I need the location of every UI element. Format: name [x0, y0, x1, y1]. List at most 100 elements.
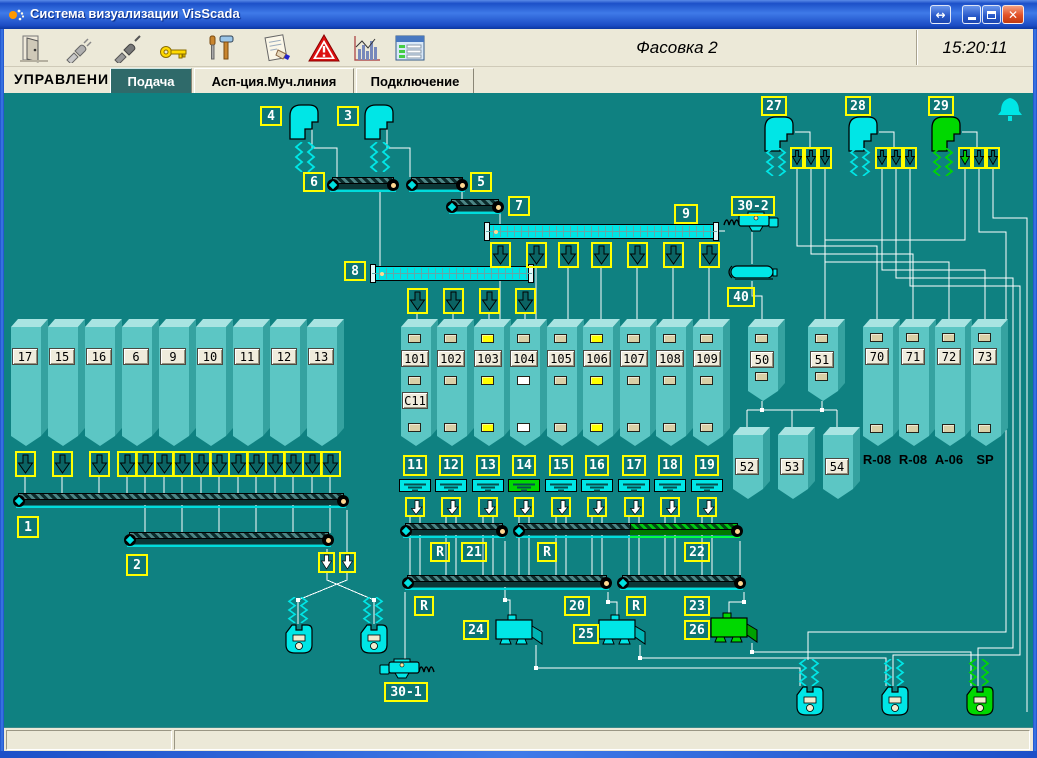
tab-aspiration[interactable]: Асп-ция.Муч.линия: [194, 68, 354, 93]
process-tag[interactable]: 19: [695, 455, 719, 476]
slide-gate-valve[interactable]: [15, 451, 36, 477]
tab-podacha[interactable]: Подача: [110, 68, 192, 93]
feeder-gate[interactable]: [472, 479, 504, 492]
process-tag[interactable]: 14: [512, 455, 536, 476]
process-tag[interactable]: 3: [337, 106, 359, 126]
slide-gate-valve[interactable]: [515, 288, 536, 314]
process-tag[interactable]: 6: [303, 172, 325, 192]
belt-conveyor[interactable]: [446, 198, 504, 215]
diverter-valve[interactable]: [624, 497, 644, 517]
belt-conveyor[interactable]: [617, 574, 746, 591]
exit-icon[interactable]: [12, 31, 56, 65]
silo-label[interactable]: 51: [810, 351, 834, 368]
silo-label[interactable]: 104: [510, 350, 538, 367]
process-tag[interactable]: 23: [684, 596, 710, 616]
silo-label[interactable]: 6: [123, 348, 149, 365]
process-tag[interactable]: 4: [260, 106, 282, 126]
silo-label[interactable]: 105: [547, 350, 575, 367]
process-tag[interactable]: 27: [761, 96, 787, 116]
slide-gate-valve[interactable]: [699, 242, 720, 268]
sifter-machine[interactable]: [725, 264, 779, 282]
outlet-valve[interactable]: [804, 147, 818, 169]
slide-gate-valve[interactable]: [663, 242, 684, 268]
belt-conveyor[interactable]: [13, 492, 349, 509]
silo-label[interactable]: 53: [780, 458, 804, 475]
silo-label[interactable]: 102: [437, 350, 465, 367]
slide-gate-valve[interactable]: [526, 242, 547, 268]
diverter-valve[interactable]: [478, 497, 498, 517]
slide-gate-valve[interactable]: [52, 451, 73, 477]
minimize-button[interactable]: [962, 5, 981, 24]
feeder-gate[interactable]: [435, 479, 467, 492]
silo-label[interactable]: 70: [865, 348, 889, 365]
process-tag[interactable]: 18: [658, 455, 682, 476]
diverter-valve[interactable]: [660, 497, 680, 517]
outlet-valve[interactable]: [818, 147, 832, 169]
belt-conveyor[interactable]: [513, 522, 743, 539]
diverter-valve[interactable]: [514, 497, 534, 517]
slide-gate-valve[interactable]: [443, 288, 464, 314]
key-icon[interactable]: [152, 31, 196, 65]
tools-icon[interactable]: [198, 31, 242, 65]
alarm-icon[interactable]: [302, 31, 346, 65]
two-way-valve[interactable]: [318, 552, 335, 573]
process-tag[interactable]: 8: [344, 261, 366, 281]
pneumatic-machine[interactable]: [709, 612, 759, 644]
slide-gate-valve[interactable]: [591, 242, 612, 268]
slide-gate-valve[interactable]: [283, 451, 304, 477]
silo-label[interactable]: 15: [49, 348, 75, 365]
process-tag[interactable]: 16: [585, 455, 609, 476]
pneumatic-machine[interactable]: [597, 614, 647, 646]
tab-podkluchenie[interactable]: Подключение: [356, 68, 474, 93]
slide-gate-valve[interactable]: [490, 242, 511, 268]
silo-label[interactable]: 101: [401, 350, 429, 367]
process-tag[interactable]: 2: [126, 554, 148, 576]
disconnect-icon[interactable]: [106, 31, 150, 65]
silo-label[interactable]: 71: [901, 348, 925, 365]
connect-icon[interactable]: [58, 31, 102, 65]
trends-icon[interactable]: [344, 31, 388, 65]
screw-conveyor[interactable]: [484, 222, 719, 241]
diverter-valve[interactable]: [551, 497, 571, 517]
belt-conveyor[interactable]: [406, 176, 468, 193]
silo-label[interactable]: 107: [620, 350, 648, 367]
outlet-valve[interactable]: [972, 147, 986, 169]
process-tag[interactable]: 17: [622, 455, 646, 476]
two-way-valve[interactable]: [339, 552, 356, 573]
slide-gate-valve[interactable]: [172, 451, 193, 477]
slide-gate-valve[interactable]: [135, 451, 156, 477]
slide-gate-valve[interactable]: [89, 451, 110, 477]
alarm-bell-icon[interactable]: [996, 96, 1024, 124]
feeder-gate[interactable]: [508, 479, 540, 492]
process-tag[interactable]: 12: [439, 455, 463, 476]
packer-machine[interactable]: [965, 686, 995, 716]
filter-machine[interactable]: [288, 102, 322, 140]
process-tag[interactable]: R: [430, 542, 450, 562]
belt-conveyor[interactable]: [400, 522, 508, 539]
process-tag[interactable]: 24: [463, 620, 489, 640]
silo-label[interactable]: 52: [735, 458, 759, 475]
title-bar[interactable]: Система визуализации VisScada ↔ ✕: [0, 0, 1037, 29]
journal-icon[interactable]: [256, 31, 300, 65]
process-tag[interactable]: R: [414, 596, 434, 616]
diverter-valve[interactable]: [697, 497, 717, 517]
filter-machine[interactable]: [930, 114, 964, 152]
feeder-gate[interactable]: [618, 479, 650, 492]
diverter-valve[interactable]: [441, 497, 461, 517]
slide-gate-valve[interactable]: [627, 242, 648, 268]
silo-label[interactable]: 16: [86, 348, 112, 365]
report-icon[interactable]: [388, 31, 432, 65]
process-tag[interactable]: 22: [684, 542, 710, 562]
process-tag[interactable]: R: [537, 542, 557, 562]
process-tag[interactable]: 30-2: [731, 196, 775, 216]
process-tag[interactable]: R: [626, 596, 646, 616]
slide-gate-valve[interactable]: [479, 288, 500, 314]
process-tag[interactable]: 1: [17, 516, 39, 538]
process-tag[interactable]: 11: [403, 455, 427, 476]
silo-label[interactable]: 17: [12, 348, 38, 365]
pneumatic-machine[interactable]: [494, 614, 544, 646]
process-tag[interactable]: 26: [684, 620, 710, 640]
process-tag[interactable]: 9: [674, 204, 698, 224]
maximize-button[interactable]: [982, 5, 1001, 24]
restore-button[interactable]: ↔: [930, 5, 951, 24]
